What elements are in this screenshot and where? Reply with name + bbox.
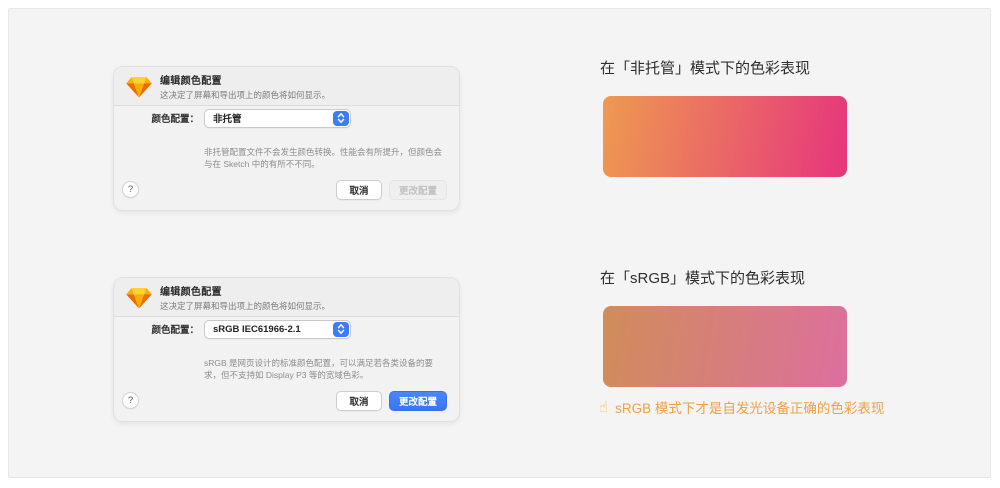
color-profile-dialog-srgb: 编辑颜色配置 这决定了屏幕和导出项上的颜色将如何显示。 颜色配置： sRGB I…	[113, 277, 460, 422]
chevron-up-down-icon	[333, 111, 349, 126]
dropdown-selected-value: 非托管	[205, 111, 242, 125]
unmanaged-mode-title: 在「非托管」模式下的色彩表现	[600, 57, 810, 78]
color-profile-label: 颜色配置：	[114, 111, 199, 125]
dialog-body: 颜色配置： 非托管 非托管配置文件不会发生颜色转换。性能会有所提升，但颜色会与在…	[114, 106, 459, 211]
dialog-header: 编辑颜色配置 这决定了屏幕和导出项上的颜色将如何显示。	[114, 67, 459, 106]
dialog-subtitle: 这决定了屏幕和导出项上的颜色将如何显示。	[160, 300, 330, 312]
dialog-title: 编辑颜色配置	[160, 72, 330, 87]
srgb-caption: ☝ sRGB 模式下才是自发光设备正确的色彩表现	[599, 397, 884, 417]
sketch-diamond-icon	[126, 75, 152, 98]
change-profile-button: 更改配置	[389, 180, 447, 200]
color-profile-label: 颜色配置：	[114, 322, 199, 336]
chevron-up-down-icon	[333, 322, 349, 337]
dialog-body: 颜色配置： sRGB IEC61966-2.1 sRGB 是网页设计的标准颜色配…	[114, 317, 459, 422]
unmanaged-gradient-swatch	[603, 96, 847, 177]
srgb-mode-title: 在「sRGB」模式下的色彩表现	[600, 267, 805, 288]
cancel-button[interactable]: 取消	[336, 180, 382, 200]
dialog-header: 编辑颜色配置 这决定了屏幕和导出项上的颜色将如何显示。	[114, 278, 459, 317]
pointing-up-icon: ☝	[599, 400, 608, 415]
dialog-title-block: 编辑颜色配置 这决定了屏幕和导出项上的颜色将如何显示。	[160, 283, 330, 312]
dialog-button-row: 取消 更改配置	[336, 391, 447, 411]
dialog-button-row: 取消 更改配置	[336, 180, 447, 200]
color-profile-dropdown[interactable]: 非托管	[204, 109, 351, 128]
help-button[interactable]: ?	[122, 392, 139, 409]
change-profile-button[interactable]: 更改配置	[389, 391, 447, 411]
page: 编辑颜色配置 这决定了屏幕和导出项上的颜色将如何显示。 颜色配置： 非托管 非托…	[0, 0, 1000, 488]
srgb-caption-text: sRGB 模式下才是自发光设备正确的色彩表现	[615, 397, 884, 417]
color-profile-dialog-unmanaged: 编辑颜色配置 这决定了屏幕和导出项上的颜色将如何显示。 颜色配置： 非托管 非托…	[113, 66, 460, 211]
color-profile-dropdown[interactable]: sRGB IEC61966-2.1	[204, 320, 351, 339]
cancel-button[interactable]: 取消	[336, 391, 382, 411]
dropdown-selected-value: sRGB IEC61966-2.1	[205, 324, 301, 335]
help-button[interactable]: ?	[122, 181, 139, 198]
srgb-gradient-swatch	[603, 306, 847, 387]
sketch-diamond-icon	[126, 286, 152, 309]
dialog-title-block: 编辑颜色配置 这决定了屏幕和导出项上的颜色将如何显示。	[160, 72, 330, 101]
dialog-title: 编辑颜色配置	[160, 283, 330, 298]
profile-help-text: sRGB 是网页设计的标准颜色配置，可以满足若各类设备的要求，但不支持如 Dis…	[204, 357, 450, 381]
profile-help-text: 非托管配置文件不会发生颜色转换。性能会有所提升，但颜色会与在 Sketch 中的…	[204, 146, 450, 170]
dialog-subtitle: 这决定了屏幕和导出项上的颜色将如何显示。	[160, 89, 330, 101]
